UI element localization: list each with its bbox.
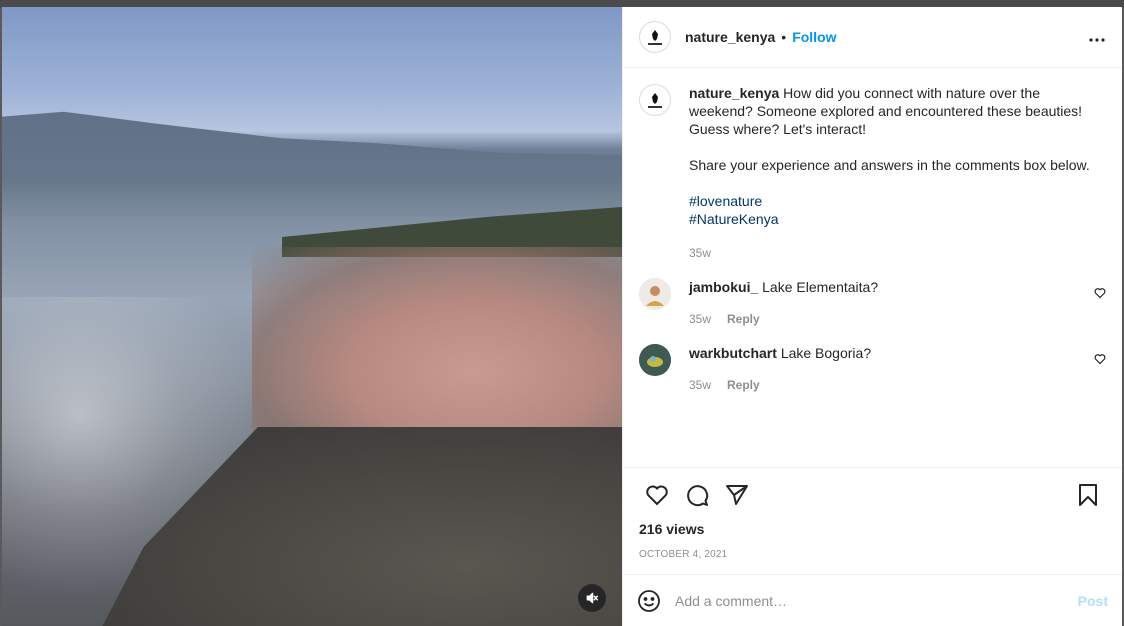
comment-bubble-icon [687,484,709,506]
like-comment-button[interactable] [1094,286,1106,328]
like-comment-button[interactable] [1094,352,1106,394]
caption-text-line1: How did you connect with nature over the [783,85,1040,101]
share-button[interactable] [717,475,757,515]
caption-meta: 35w [689,244,1106,262]
bookmark-icon [1079,483,1097,506]
mute-button[interactable] [578,584,606,612]
comment-meta: 35w Reply [689,310,1086,328]
caption-first-line: nature_kenya How did you connect with na… [689,84,1106,102]
caption-age[interactable]: 35w [689,244,711,262]
post-header: nature_kenya • Follow [623,7,1122,68]
separator-dot: • [781,29,787,45]
hashtag-naturekenya[interactable]: #NatureKenya [689,210,1106,228]
caption-row: nature_kenya How did you connect with na… [639,84,1106,262]
comment-input[interactable] [675,592,1078,609]
comment-meta: 35w Reply [689,376,1086,394]
hashtag-lovenature[interactable]: #lovenature [689,192,1106,210]
view-count[interactable]: 216 views [623,521,1122,537]
follow-button[interactable]: Follow [792,29,836,45]
post-video[interactable] [2,7,622,626]
comment-row: jambokui_ Lake Elementaita? 35w Reply [639,278,1106,328]
nature-kenya-logo-icon [648,93,662,108]
post-date[interactable]: OCTOBER 4, 2021 [623,549,1122,560]
post-actions-bar [623,467,1122,521]
user-photo-icon [639,344,671,376]
reply-button[interactable]: Reply [727,376,760,394]
post-dialog: nature_kenya • Follow nature_kenya How d… [2,7,1122,626]
post-side-panel: nature_kenya • Follow nature_kenya How d… [622,7,1122,626]
commenter-avatar[interactable] [639,278,671,310]
emoji-button[interactable] [637,589,661,613]
paper-plane-icon [726,484,748,505]
video-mountain [2,111,622,227]
add-comment-bar: Post [623,574,1122,626]
author-avatar[interactable] [639,21,671,53]
comment-username[interactable]: warkbutchart [689,345,777,361]
caption-username[interactable]: nature_kenya [689,85,779,101]
comment-text: Lake Bogoria? [780,345,872,361]
comment-age[interactable]: 35w [689,376,711,394]
muted-speaker-icon [586,592,598,604]
user-photo-icon [639,278,671,310]
comment-body: jambokui_ Lake Elementaita? 35w Reply [689,278,1086,328]
like-button[interactable] [637,475,677,515]
caption-body: nature_kenya How did you connect with na… [689,84,1106,262]
post-comment-button[interactable]: Post [1078,593,1108,609]
heart-icon [646,485,668,505]
heart-icon [1094,354,1106,365]
more-options-icon [1089,37,1105,42]
author-username[interactable]: nature_kenya [685,29,775,45]
nature-kenya-logo-icon [648,30,662,45]
caption-text-line3: Guess where? Let's interact! [689,121,866,137]
comment-text: Lake Elementaita? [762,279,879,295]
heart-icon [1094,288,1106,299]
save-button[interactable] [1068,475,1108,515]
reply-button[interactable]: Reply [727,310,760,328]
more-options-button[interactable] [1088,27,1106,48]
caption-avatar[interactable] [639,84,671,116]
comment-row: warkbutchart Lake Bogoria? 35w Reply [639,344,1106,394]
comment-age[interactable]: 35w [689,310,711,328]
emoji-smiley-icon [638,589,660,612]
caption-text-line2: weekend? Someone explored and encountere… [689,103,1083,119]
comment-body: warkbutchart Lake Bogoria? 35w Reply [689,344,1086,394]
commenter-avatar[interactable] [639,344,671,376]
caption-text-line4: Share your experience and answers in the… [689,157,1090,173]
comment-username[interactable]: jambokui_ [689,279,758,295]
comments-list: nature_kenya How did you connect with na… [623,68,1122,467]
comment-button[interactable] [677,475,717,515]
